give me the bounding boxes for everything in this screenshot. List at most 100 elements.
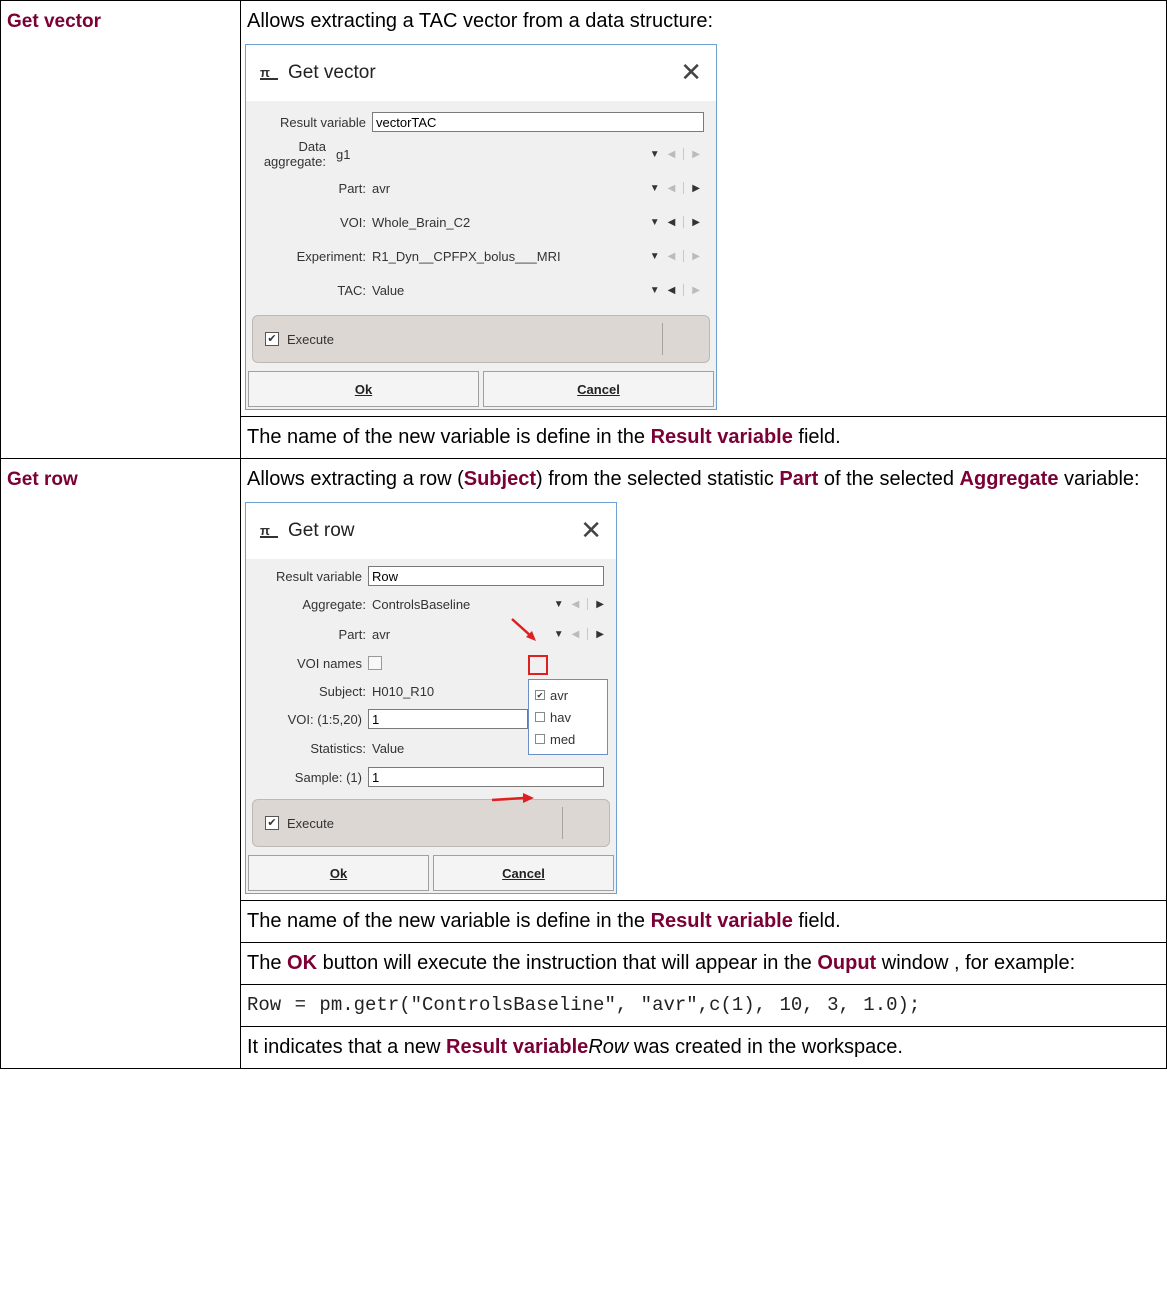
field-nav: ▼ ◀ ▶ [554,628,604,640]
next-icon[interactable]: ▶ [692,183,700,194]
execute-checkbox[interactable]: ✔ [265,816,279,830]
divider [683,182,685,194]
subject-label: Subject: [319,683,366,699]
unchecked-icon [535,734,545,744]
voi-names-row: VOI names [246,649,616,677]
field-value: Whole_Brain_C2 [372,214,471,230]
intro-part: of the selected [818,468,960,490]
row-italic: Row [588,1036,629,1058]
field-label: Data aggregate: [263,139,326,169]
field-nav: ▼ ◀ ▶ [650,250,700,262]
chevron-down-icon[interactable]: ▼ [650,285,660,296]
statistics-value: Value [372,740,405,756]
option-label: med [550,731,576,747]
execute-checkbox[interactable]: ✔ [265,332,279,346]
chevron-down-icon[interactable]: ▼ [554,629,564,640]
cancel-button-label: Cancel [502,865,545,881]
ok-button[interactable]: Ok [248,371,479,407]
divider [683,284,685,296]
documentation-table: Get vector Allows extracting a TAC vecto… [0,0,1167,1069]
divider [587,598,589,610]
intro-subject: Subject [463,468,536,490]
chevron-down-icon[interactable]: ▼ [650,149,660,160]
note-pre: The name of the new variable is define i… [247,910,651,932]
app-icon: π [260,524,278,538]
cancel-button-label: Cancel [577,381,620,397]
note-highlight: Result variable [650,910,793,932]
dialog-titlebar: π Get row ✕ [246,503,616,559]
voi-input[interactable] [368,709,528,729]
next-icon[interactable]: ▶ [596,599,604,610]
chevron-down-icon[interactable]: ▼ [650,251,660,262]
divider [587,628,589,640]
red-arrow-icon [491,793,534,803]
next-icon[interactable]: ▶ [692,149,700,160]
divider [683,250,685,262]
text: It indicates that a new [247,1036,447,1058]
ok-button[interactable]: Ok [248,855,429,891]
voi-names-label: VOI names [296,655,362,671]
prev-icon[interactable]: ◀ [668,217,676,228]
part-row: Part: avr ▼ ◀ ▶ [246,171,716,205]
prev-icon[interactable]: ◀ [668,149,676,160]
dialog-title: Get row [288,520,355,541]
intro-text: Allows extracting a row (Subject) from t… [241,459,1166,500]
prev-icon[interactable]: ◀ [572,599,580,610]
prev-icon[interactable]: ◀ [668,285,676,296]
note-post: field. [792,426,841,448]
field-label: VOI: [339,214,366,230]
close-icon[interactable]: ✕ [580,517,602,543]
execute-label: Execute [287,331,334,347]
description-cell: Allows extracting a TAC vector from a da… [240,0,1167,459]
next-icon[interactable]: ▶ [692,251,700,262]
cancel-button[interactable]: Cancel [433,855,614,891]
note-post: field. [792,910,841,932]
cancel-button[interactable]: Cancel [483,371,714,407]
table-row: Get row Allows extracting a row (Subject… [0,458,1167,1069]
term-get-row: Get row [0,458,241,1069]
field-nav: ▼ ◀ ▶ [650,284,700,296]
dialog-buttons: Ok Cancel [246,855,616,893]
close-icon[interactable]: ✕ [680,59,702,85]
dropdown-option[interactable]: hav [535,706,601,728]
code-example: Row = pm.getr("ControlsBaseline", "avr",… [241,984,1166,1026]
field-label: Experiment: [296,248,366,264]
experiment-row: Experiment: R1_Dyn__CPFPX_bolus___MRI ▼ … [246,239,716,273]
prev-icon[interactable]: ◀ [668,251,676,262]
option-label: hav [550,709,571,725]
chevron-down-icon[interactable]: ▼ [554,599,564,610]
execute-label: Execute [287,815,334,831]
field-nav: ▼ ◀ ▶ [554,598,604,610]
prev-icon[interactable]: ◀ [572,629,580,640]
prev-icon[interactable]: ◀ [668,183,676,194]
unchecked-icon [535,712,545,722]
chevron-down-icon[interactable]: ▼ [650,217,660,228]
note-highlight: Result variable [650,426,793,448]
intro-part: ) from the selected statistic [536,468,780,490]
chevron-down-icon[interactable]: ▼ [650,183,660,194]
aggregate-value: ControlsBaseline [372,596,471,612]
intro-part-hl: Part [779,468,819,490]
field-value: avr [372,180,391,196]
note-text: The name of the new variable is define i… [241,416,1166,458]
sample-label: Sample: (1) [294,769,362,785]
note-text: The name of the new variable is define i… [241,900,1166,942]
dropdown-option[interactable]: ✔ avr [535,684,601,706]
ok-button-label: Ok [329,865,348,881]
next-icon[interactable]: ▶ [692,217,700,228]
next-icon[interactable]: ▶ [596,629,604,640]
dialog-buttons: Ok Cancel [246,371,716,409]
result-variable-input[interactable] [368,566,604,586]
dropdown-option[interactable]: med [535,728,601,750]
ok-button-label: Ok [354,381,373,397]
voi-names-checkbox[interactable] [368,656,382,670]
statistics-label: Statistics: [310,740,366,756]
app-icon: π [260,66,278,80]
text: button will execute the instruction that… [317,952,818,974]
intro-part: Allows extracting a row ( [247,468,464,490]
aggregate-row: Aggregate: ControlsBaseline ▼ ◀ ▶ [246,589,616,619]
next-icon[interactable]: ▶ [692,285,700,296]
sample-input[interactable] [368,767,604,787]
result-variable-input[interactable] [372,112,704,132]
tac-row: TAC: Value ▼ ◀ ▶ [246,273,716,307]
